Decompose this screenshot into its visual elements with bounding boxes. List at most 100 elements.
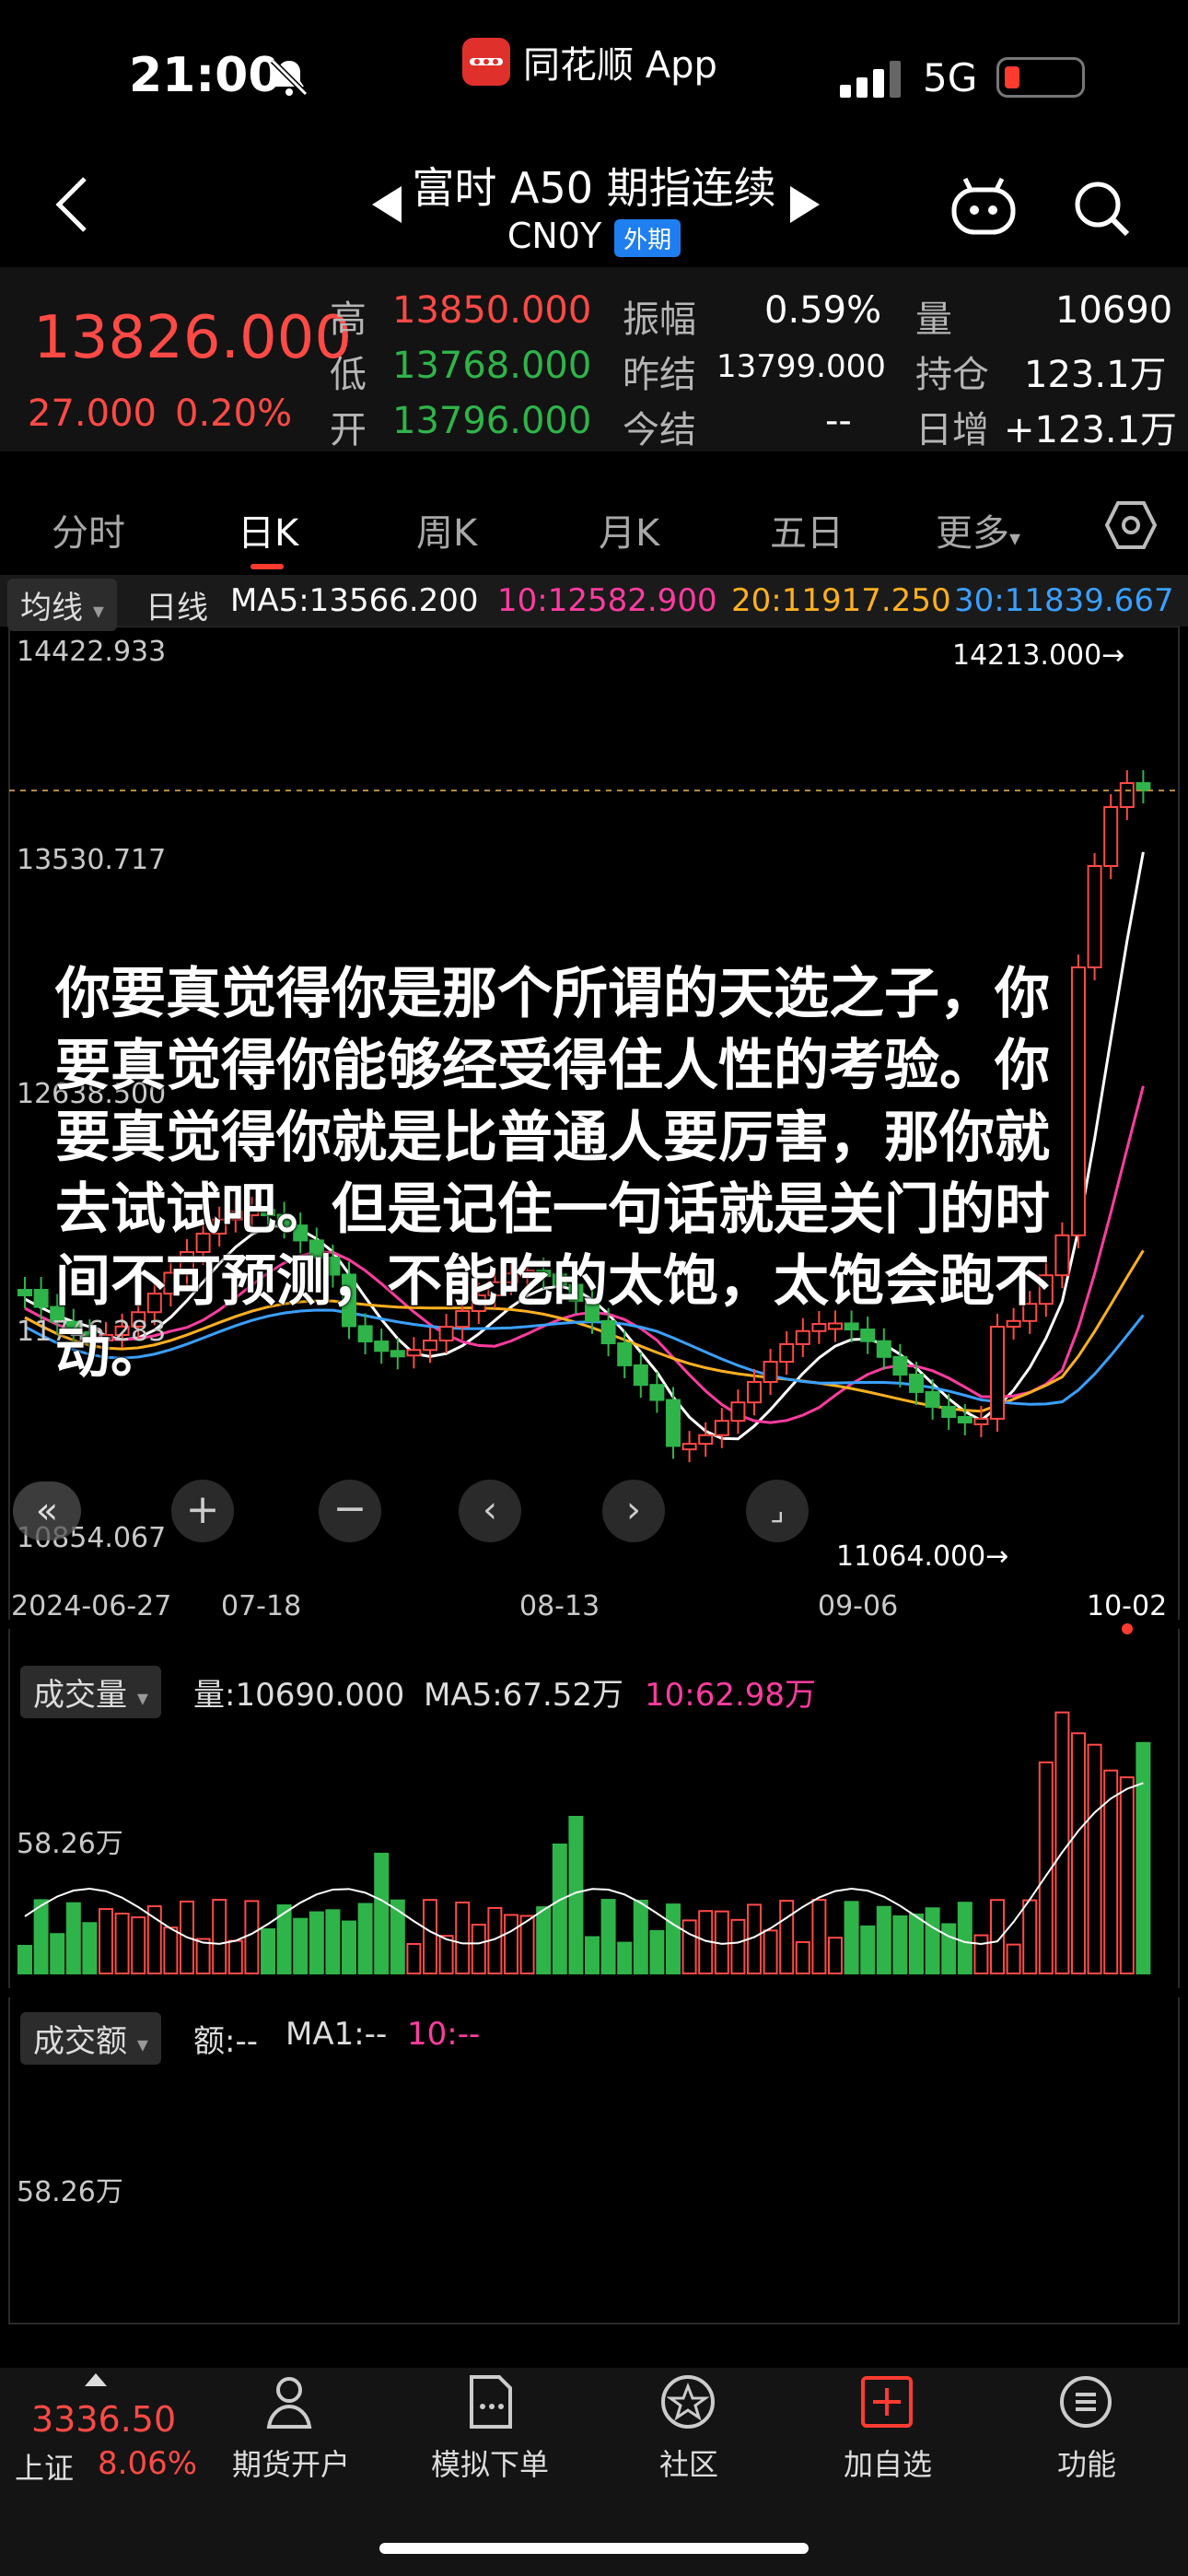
ma-legend-row: 均线 ▾ 日线 MA5:13566.200 10:12582.900 20:11… <box>0 575 1188 631</box>
period-tabs: 分时 日K 周K 月K 五日 更多▾ <box>0 475 1188 577</box>
fullscreen-icon[interactable]: ⌟ <box>746 1480 809 1542</box>
search-icon[interactable] <box>1070 177 1133 240</box>
volume-bar <box>585 1936 600 1975</box>
settings-hexagon-icon[interactable] <box>1105 501 1157 549</box>
volume-bar <box>844 1901 859 1974</box>
volume-bar <box>227 1939 243 1974</box>
kline-chart[interactable] <box>0 626 1188 2331</box>
dropdown-triangle-icon: ▾ <box>136 2032 148 2057</box>
candle <box>925 1390 940 1408</box>
scroll-left-icon[interactable]: ‹ <box>459 1480 521 1542</box>
tab-functions[interactable]: 功能 <box>1004 2441 1170 2484</box>
index-value[interactable]: 3336.50 <box>31 2399 176 2440</box>
x-label-3: 09-06 <box>818 1590 899 1622</box>
candle <box>17 1289 32 1296</box>
overlay-caption: 你要真觉得你是那个所谓的天选之子，你要真觉得你能够经受得住人性的考验。你要真觉得… <box>55 962 1050 1386</box>
tab-five-day[interactable]: 五日 <box>770 503 844 556</box>
index-pct: 8.06% <box>98 2445 198 2482</box>
volume-bar <box>957 1902 973 1974</box>
volume-bar <box>163 1926 179 1974</box>
volume-bar <box>730 1918 746 1974</box>
x-label-2: 08-13 <box>519 1590 600 1622</box>
volume-bar <box>33 1899 49 1974</box>
tab-intraday[interactable]: 分时 <box>52 503 125 556</box>
volume-bar <box>195 1938 211 1974</box>
open-value: 13796.000 <box>392 400 592 442</box>
account-open-icon[interactable] <box>265 2375 317 2430</box>
volume-selector[interactable]: 成交量 ▾ <box>20 1666 161 1718</box>
active-tab-indicator <box>250 564 284 569</box>
add-watchlist-icon[interactable] <box>860 2375 914 2429</box>
volume-bar <box>438 1935 454 1975</box>
volume-bar <box>1119 1776 1135 1975</box>
volume-bar <box>1054 1711 1070 1975</box>
low-value: 13768.000 <box>392 345 592 387</box>
volume-bar <box>261 1928 275 1975</box>
volume-bar <box>925 1907 940 1975</box>
low-marker: 11064.000→ <box>836 1540 1009 1573</box>
volume-bar <box>811 1899 827 1975</box>
app-badge[interactable]: 同花顺 App <box>462 35 717 88</box>
price-change: 27.000 <box>28 392 157 435</box>
open-interest-label: 持仓 <box>915 354 989 396</box>
candle <box>681 1443 697 1451</box>
network-label: 5G <box>923 55 978 100</box>
volume-bar <box>374 1853 390 1974</box>
community-star-icon[interactable] <box>659 2373 716 2430</box>
robot-assistant-icon[interactable] <box>949 177 1019 236</box>
tab-futures-account[interactable]: 期货开户 <box>208 2441 374 2484</box>
volume-bar <box>293 1917 309 1975</box>
volume-bar <box>342 1920 356 1975</box>
y-label-2: 13530.717 <box>17 844 167 876</box>
tab-community[interactable]: 社区 <box>606 2441 772 2484</box>
x-label-4: 10-02 <box>1087 1590 1168 1622</box>
candle <box>941 1405 957 1418</box>
volume-bar <box>65 1902 81 1974</box>
tab-sim-order[interactable]: 模拟下单 <box>407 2441 573 2484</box>
tab-more[interactable]: 更多▾ <box>936 503 1020 556</box>
high-value: 13850.000 <box>392 289 592 332</box>
volume-bar <box>406 1942 422 1974</box>
volume-bar <box>649 1929 665 1975</box>
menu-icon[interactable] <box>1059 2375 1112 2429</box>
amount-selector[interactable]: 成交额 ▾ <box>20 2012 161 2065</box>
settle-value: -- <box>825 400 852 442</box>
candle <box>1103 806 1119 867</box>
candle <box>666 1399 681 1447</box>
dropdown-triangle-icon: ▾ <box>92 598 104 624</box>
tab-add-watchlist[interactable]: 加自选 <box>805 2441 971 2484</box>
volume-bar <box>1022 1899 1038 1974</box>
price-change-pct: 0.20% <box>175 392 293 435</box>
volume-label: 量 <box>915 299 952 341</box>
tab-daily-k[interactable]: 日K <box>238 503 298 556</box>
volume-bar <box>471 1924 486 1975</box>
open-label: 开 <box>330 409 367 451</box>
chevron-down-icon: ▾ <box>1009 525 1021 551</box>
contract-code: CN0Y <box>507 216 602 256</box>
zoom-out-icon[interactable]: − <box>319 1480 381 1542</box>
volume-bar <box>876 1905 891 1975</box>
candle <box>1136 782 1151 791</box>
tab-weekly-k[interactable]: 周K <box>416 503 477 556</box>
candle <box>957 1415 973 1423</box>
tab-monthly-k[interactable]: 月K <box>599 503 659 556</box>
ma30-value: 30:11839.667 <box>954 582 1174 619</box>
order-document-icon[interactable] <box>468 2373 514 2430</box>
ma-selector[interactable]: 均线 ▾ <box>7 579 117 631</box>
ma20-value: 20:11917.250 <box>731 582 951 619</box>
volume-bar <box>1136 1741 1151 1974</box>
volume-bar <box>423 1899 437 1974</box>
ma10-value: 10:12582.900 <box>497 582 717 619</box>
scroll-right-icon[interactable]: › <box>602 1480 665 1542</box>
volume-ma10: 10:62.98万 <box>645 1677 817 1714</box>
candle <box>730 1401 746 1423</box>
prev-settle-value: 13799.000 <box>716 348 886 385</box>
collapse-left-icon[interactable]: « <box>13 1481 81 1540</box>
settle-label: 今结 <box>623 409 696 451</box>
volume-bar <box>600 1899 616 1974</box>
app-logo-icon <box>462 38 510 86</box>
volume-value: 10690 <box>1055 289 1173 332</box>
bell-muted-icon <box>270 58 309 97</box>
zoom-in-icon[interactable]: + <box>171 1480 234 1542</box>
period-label: 日线 <box>146 590 208 626</box>
